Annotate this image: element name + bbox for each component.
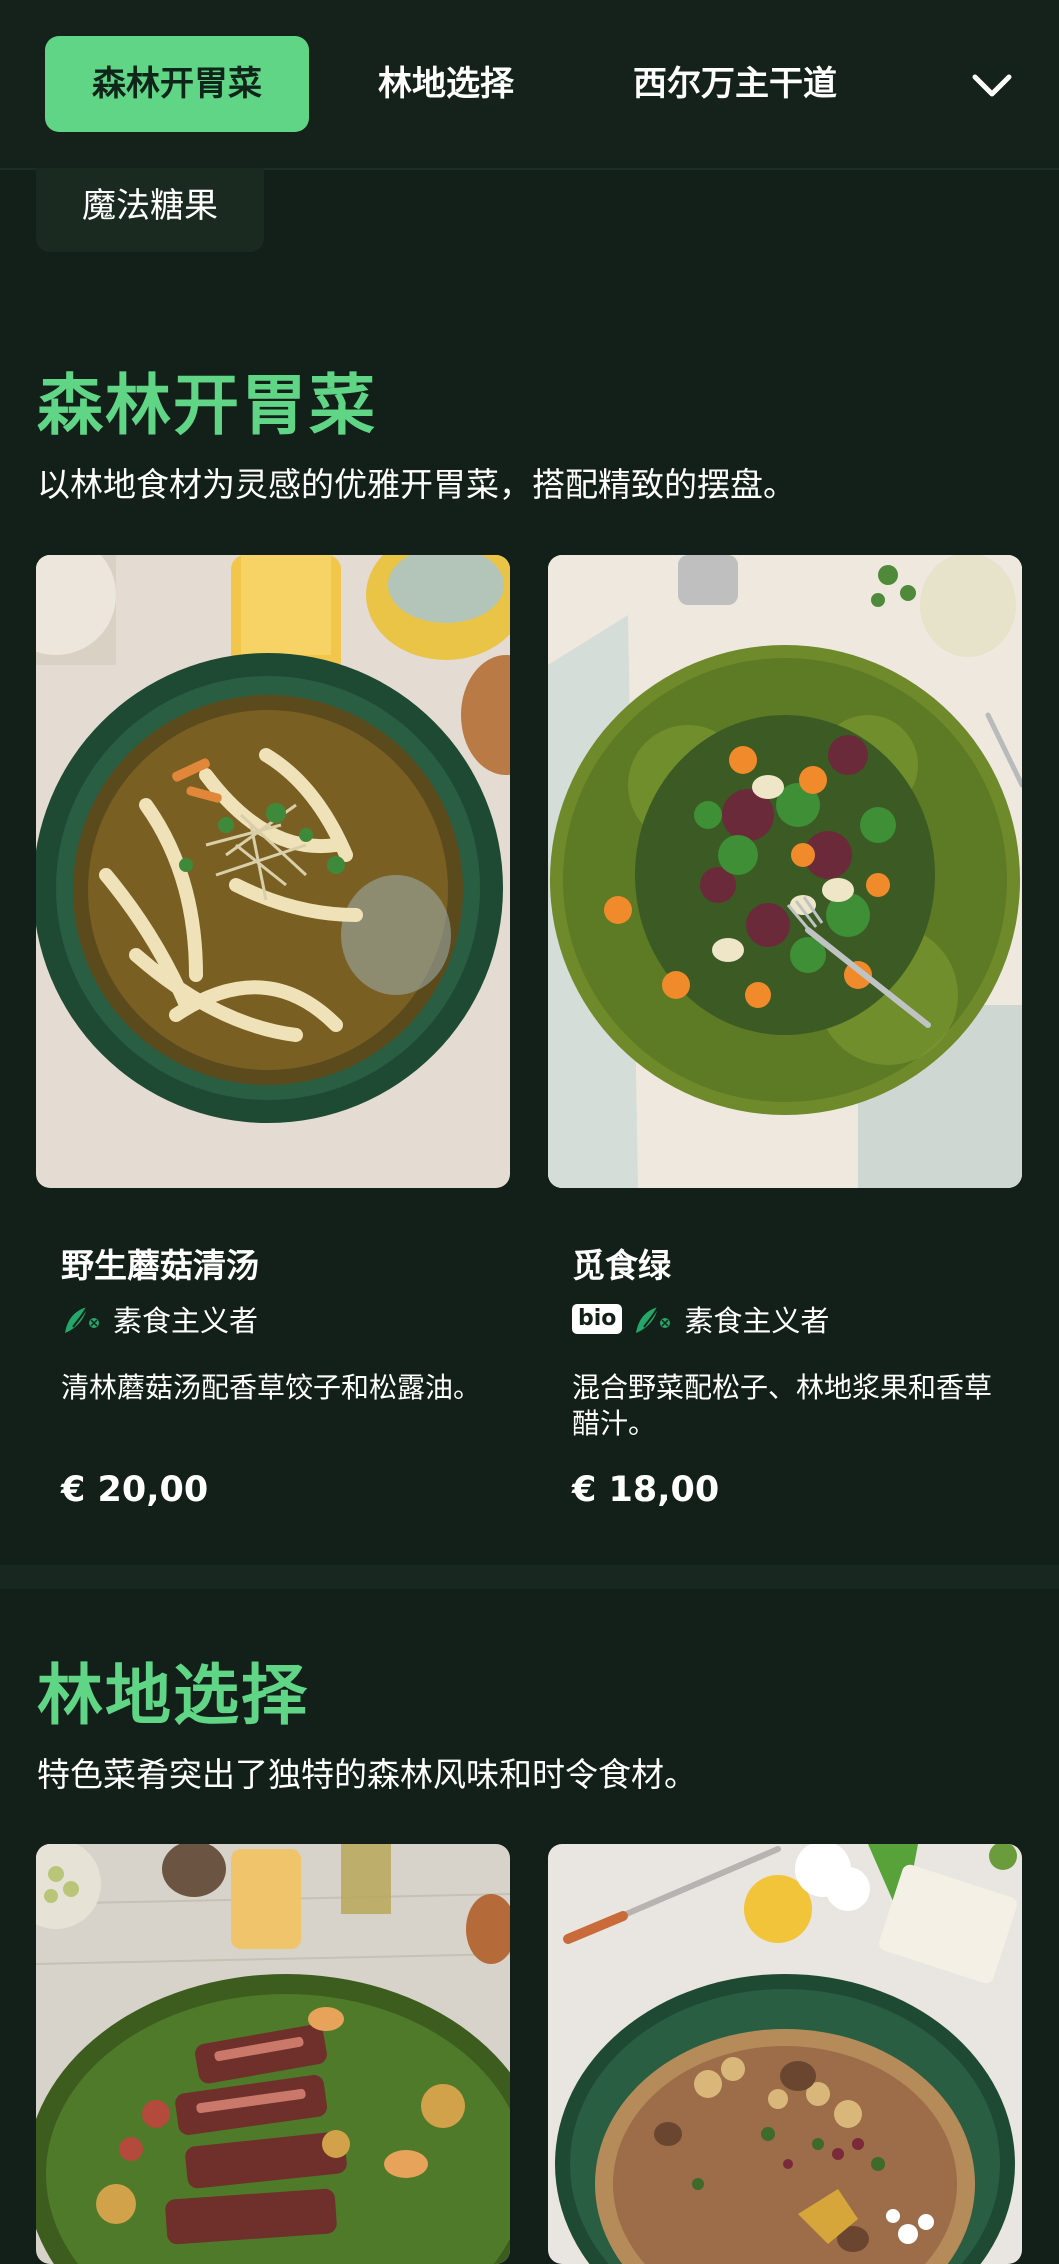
tab-forest-appetizers[interactable]: 森林开胃菜 <box>45 36 309 132</box>
tab-woodland-selection[interactable]: 林地选择 <box>346 36 546 132</box>
item-name-foraged-greens[interactable]: 觅食绿 <box>572 1239 671 1287</box>
vegetarian-icon <box>65 1306 99 1333</box>
category-nav-bar: 森林开胃菜 林地选择 西尔万主干道 <box>0 0 1059 170</box>
tab-magic-sweets[interactable]: 魔法糖果 <box>36 168 264 252</box>
tab-sylvan-mains[interactable]: 西尔万主干道 <box>610 36 860 132</box>
chevron-down-icon[interactable] <box>967 60 1017 110</box>
vegetarian-icon <box>636 1306 671 1333</box>
dish-photo-foraged-greens[interactable] <box>548 555 1022 1188</box>
item-description-mushroom-consomme: 清林蘑菇汤配香草饺子和松露油。 <box>61 1371 482 1404</box>
dish-photo-forest-tart[interactable] <box>548 1844 1022 2264</box>
section-title-forest-appetizers: 森林开胃菜 <box>37 367 377 444</box>
dish-photo-woodland-venison[interactable] <box>36 1844 510 2264</box>
section-divider <box>0 1565 1059 1589</box>
section-description-forest-appetizers: 以林地食材为灵感的优雅开胃菜，搭配精致的摆盘。 <box>37 465 796 504</box>
diet-label: 素食主义者 <box>113 1304 259 1338</box>
item-description-foraged-greens: 混合野菜配松子、林地浆果和香草醋汁。 <box>572 1371 993 1440</box>
bio-badge: bio <box>572 1304 623 1334</box>
item-tags-foraged-greens: bio 素食主义者 <box>572 1299 829 1339</box>
item-price-foraged-greens: € 18,00 <box>572 1470 720 1510</box>
diet-label: 素食主义者 <box>684 1304 830 1338</box>
section-title-woodland-selection: 林地选择 <box>37 1657 309 1734</box>
dish-photo-mushroom-consomme[interactable] <box>36 555 510 1188</box>
section-description-woodland-selection: 特色菜肴突出了独特的森林风味和时令食材。 <box>37 1755 697 1794</box>
item-tags-mushroom-consomme: 素食主义者 <box>61 1299 258 1339</box>
item-name-mushroom-consomme[interactable]: 野生蘑菇清汤 <box>61 1239 259 1287</box>
item-price-mushroom-consomme: € 20,00 <box>61 1470 209 1510</box>
